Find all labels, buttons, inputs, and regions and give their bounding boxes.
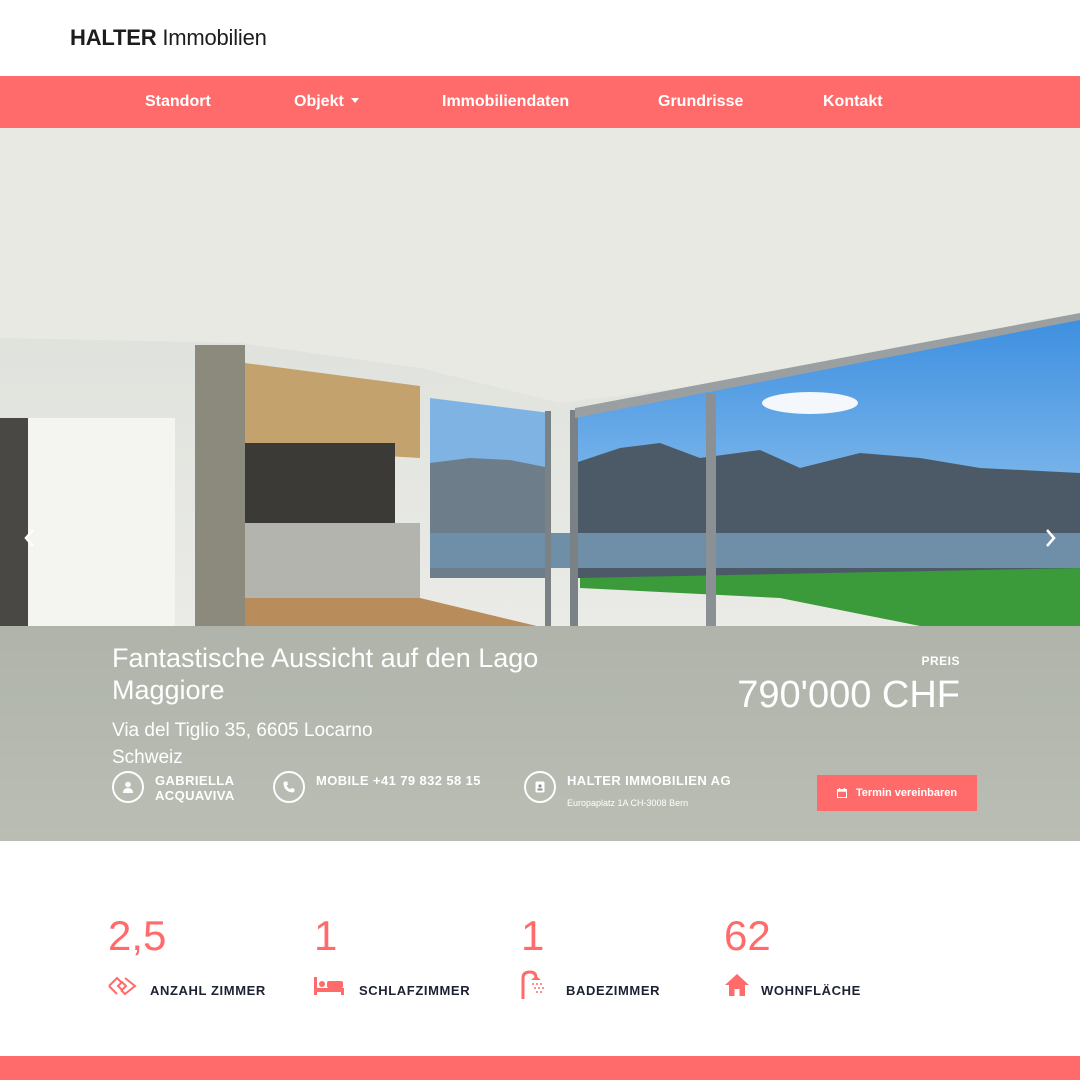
- shower-icon: [521, 970, 544, 999]
- logo-bold: HALTER: [70, 25, 157, 50]
- header: HALTER Immobilien: [0, 0, 1080, 76]
- contact-phone-text: MOBILE +41 79 832 58 15: [316, 773, 481, 788]
- schedule-button-label: Termin vereinbaren: [855, 787, 958, 799]
- main-nav: Standort Objekt Immobiliendaten Grundris…: [0, 76, 1080, 128]
- stat-area-label: WOHNFLÄCHE: [761, 983, 861, 998]
- nav-item-grundrisse[interactable]: Grundrisse: [658, 93, 743, 111]
- contact-phone[interactable]: MOBILE +41 79 832 58 15: [273, 771, 503, 811]
- person-line-2: ACQUAVIVA: [155, 788, 235, 803]
- stat-bathrooms-label: BADEZIMMER: [566, 983, 661, 998]
- stat-bedrooms-value: 1: [314, 912, 338, 959]
- calendar-icon: [836, 788, 847, 798]
- nav-label: Grundrisse: [658, 93, 744, 110]
- contact-person-name: GABRIELLA ACQUAVIVA: [155, 773, 235, 803]
- company-address: Europaplatz 1A CH-3008 Bern: [567, 798, 689, 808]
- schedule-appointment-button[interactable]: Termin vereinbaren: [817, 775, 977, 811]
- user-icon: [112, 771, 144, 803]
- nav-item-standort[interactable]: Standort: [145, 93, 211, 111]
- listing-overlay: Fantastische Aussicht auf den Lago Maggi…: [0, 626, 1080, 841]
- nav-label: Immobiliendaten: [442, 93, 570, 110]
- slider-next-arrow[interactable]: [1038, 526, 1062, 550]
- stat-area-value: 62: [724, 912, 771, 959]
- contact-company: HALTER IMMOBILIEN AG Europaplatz 1A CH-3…: [524, 771, 744, 811]
- price-label: PREIS: [921, 654, 960, 668]
- stat-rooms-label: ANZAHL ZIMMER: [150, 983, 266, 998]
- slider-prev-arrow[interactable]: [18, 526, 42, 550]
- address-line-1: Via del Tiglio 35, 6605 Locarno: [112, 720, 373, 741]
- stat-rooms-value: 2,5: [108, 912, 167, 959]
- logo[interactable]: HALTER Immobilien: [70, 25, 267, 51]
- phone-icon: [273, 771, 305, 803]
- person-line-1: GABRIELLA: [155, 773, 235, 788]
- nav-label: Kontakt: [823, 93, 883, 110]
- logo-light: Immobilien: [162, 25, 267, 50]
- nav-item-kontakt[interactable]: Kontakt: [823, 93, 883, 111]
- hero-slider: Fantastische Aussicht auf den Lago Maggi…: [0, 128, 1080, 841]
- price-value: 790'000 CHF: [737, 674, 960, 716]
- nav-label: Standort: [145, 93, 211, 110]
- nav-label: Objekt: [294, 93, 344, 110]
- id-card-icon: [524, 771, 556, 803]
- company-name: HALTER IMMOBILIEN AG: [567, 773, 731, 788]
- address-line-2: Schweiz: [112, 747, 183, 768]
- stat-bathrooms-value: 1: [521, 912, 545, 959]
- home-icon: [725, 974, 749, 996]
- chevron-left-icon: [24, 529, 34, 547]
- stat-bedrooms-label: SCHLAFZIMMER: [359, 983, 471, 998]
- caret-down-icon: [350, 98, 359, 103]
- nav-item-objekt[interactable]: Objekt: [294, 93, 359, 111]
- listing-address: Via del Tiglio 35, 6605 Locarno Schweiz: [112, 717, 373, 771]
- bed-icon: [314, 977, 344, 995]
- chevron-right-icon: [1046, 529, 1056, 547]
- listing-title: Fantastische Aussicht auf den Lago Maggi…: [112, 643, 539, 705]
- nav-item-immobiliendaten[interactable]: Immobiliendaten: [442, 93, 569, 111]
- footer-bar: [0, 1056, 1080, 1080]
- rooms-icon: [108, 976, 137, 996]
- contact-person: GABRIELLA ACQUAVIVA: [112, 771, 262, 811]
